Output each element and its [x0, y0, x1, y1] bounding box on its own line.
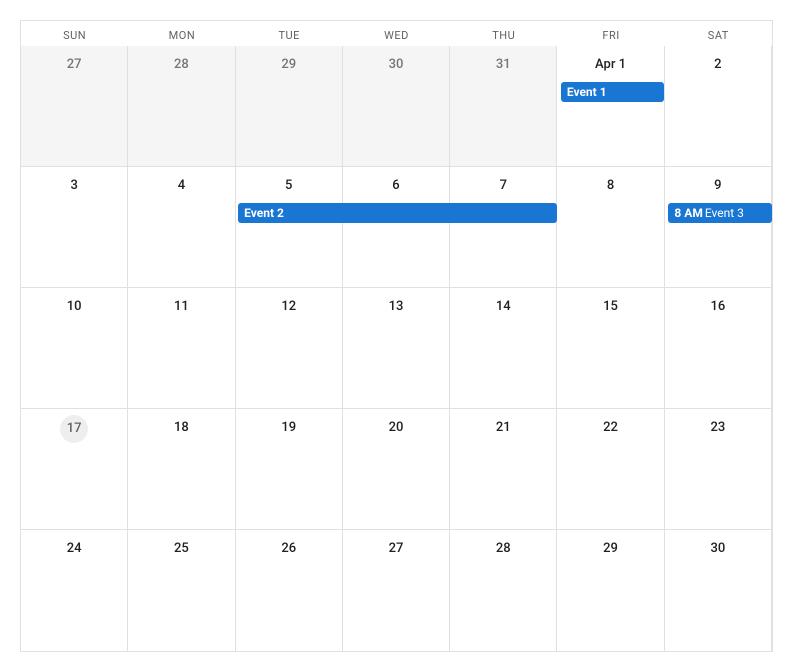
day-number: 3: [61, 173, 87, 199]
day-number: 21: [490, 415, 516, 441]
day-number: 9: [705, 173, 731, 199]
calendar-day-cell[interactable]: 25: [128, 530, 235, 651]
day-number: 28: [168, 52, 194, 78]
day-number: Apr 1: [595, 52, 626, 78]
day-number: 23: [705, 415, 731, 441]
calendar-day-cell[interactable]: 2: [665, 46, 772, 167]
calendar-event[interactable]: Event 2: [238, 203, 557, 223]
day-number: 22: [598, 415, 624, 441]
calendar-day-cell[interactable]: 27: [21, 46, 128, 167]
weekday-header: THU: [450, 21, 557, 46]
calendar-day-cell[interactable]: 4: [128, 167, 235, 288]
event-title: Event 2: [244, 206, 284, 220]
day-number: 17: [60, 415, 88, 443]
calendar-day-cell[interactable]: 14: [450, 288, 557, 409]
day-number: 27: [383, 536, 409, 562]
calendar-day-cell[interactable]: 29: [557, 530, 664, 651]
day-number: 6: [383, 173, 409, 199]
weekday-header: SUN: [21, 21, 128, 46]
day-number: 24: [61, 536, 87, 562]
weekday-header: TUE: [236, 21, 343, 46]
day-number: 7: [490, 173, 516, 199]
calendar-month-grid: SUN MON TUE WED THU FRI SAT 2728293031Ap…: [20, 20, 773, 652]
calendar-day-cell[interactable]: Apr 1: [557, 46, 664, 167]
calendar-day-cell[interactable]: 24: [21, 530, 128, 651]
calendar-day-cell[interactable]: 18: [128, 409, 235, 530]
day-number: 13: [383, 294, 409, 320]
weekday-header: MON: [128, 21, 235, 46]
calendar-day-cell[interactable]: 20: [343, 409, 450, 530]
calendar-day-cell[interactable]: 19: [236, 409, 343, 530]
calendar-week: 10 11 12 13 14 15 16: [21, 288, 772, 409]
day-number: 16: [705, 294, 731, 320]
day-number: 15: [598, 294, 624, 320]
day-number: 11: [168, 294, 194, 320]
calendar-day-cell[interactable]: 13: [343, 288, 450, 409]
day-number: 4: [168, 173, 194, 199]
day-number: 29: [598, 536, 624, 562]
day-number: 28: [490, 536, 516, 562]
weekday-header: SAT: [665, 21, 772, 46]
day-number: 26: [276, 536, 302, 562]
calendar-day-cell[interactable]: 26: [236, 530, 343, 651]
calendar-event[interactable]: Event 1: [561, 82, 665, 102]
calendar-week: 17 18 19 20 21 22 23: [21, 409, 772, 530]
calendar-week: 27 28 29 30 31 Apr 1 2 Event 1: [21, 46, 772, 167]
calendar-week: 3 4 5 6 7 8 9 Event 2 8 AMEvent 3: [21, 167, 772, 288]
day-number: 19: [276, 415, 302, 441]
day-number: 8: [598, 173, 624, 199]
weekday-header: WED: [343, 21, 450, 46]
calendar-day-cell[interactable]: 22: [557, 409, 664, 530]
calendar-day-cell[interactable]: 10: [21, 288, 128, 409]
day-number: 5: [276, 173, 302, 199]
calendar-day-cell[interactable]: 17: [21, 409, 128, 530]
calendar-event[interactable]: 8 AMEvent 3: [668, 203, 772, 223]
day-number: 18: [168, 415, 194, 441]
day-number: 12: [276, 294, 302, 320]
calendar-day-cell[interactable]: 16: [665, 288, 772, 409]
day-number: 20: [383, 415, 409, 441]
calendar-day-cell[interactable]: 3: [21, 167, 128, 288]
calendar-day-cell[interactable]: 15: [557, 288, 664, 409]
day-number: 10: [61, 294, 87, 320]
calendar-day-cell[interactable]: 8: [557, 167, 664, 288]
calendar-day-cell[interactable]: 9: [665, 167, 772, 288]
calendar-day-cell[interactable]: 7: [450, 167, 557, 288]
day-number: 2: [705, 52, 731, 78]
calendar-day-cell[interactable]: 29: [236, 46, 343, 167]
weekday-header-row: SUN MON TUE WED THU FRI SAT: [21, 21, 772, 46]
calendar-day-cell[interactable]: 28: [128, 46, 235, 167]
day-number: 25: [168, 536, 194, 562]
day-number: 30: [705, 536, 731, 562]
event-title: Event 1: [567, 85, 607, 99]
calendar-day-cell[interactable]: 6: [343, 167, 450, 288]
calendar-day-cell[interactable]: 21: [450, 409, 557, 530]
calendar-day-cell[interactable]: 30: [343, 46, 450, 167]
calendar-day-cell[interactable]: 27: [343, 530, 450, 651]
calendar-week: 24 25 26 27 28 29 30: [21, 530, 772, 651]
calendar-day-cell[interactable]: 31: [450, 46, 557, 167]
calendar-day-cell[interactable]: 23: [665, 409, 772, 530]
day-number: 27: [61, 52, 87, 78]
day-number: 14: [490, 294, 516, 320]
event-title: Event 3: [705, 206, 744, 220]
calendar-day-cell[interactable]: 5: [236, 167, 343, 288]
calendar-day-cell[interactable]: 30: [665, 530, 772, 651]
weekday-header: FRI: [557, 21, 664, 46]
calendar-day-cell[interactable]: 12: [236, 288, 343, 409]
day-number: 29: [276, 52, 302, 78]
calendar-day-cell[interactable]: 28: [450, 530, 557, 651]
event-time: 8 AM: [674, 206, 702, 220]
day-number: 30: [383, 52, 409, 78]
calendar-day-cell[interactable]: 11: [128, 288, 235, 409]
day-number: 31: [490, 52, 516, 78]
